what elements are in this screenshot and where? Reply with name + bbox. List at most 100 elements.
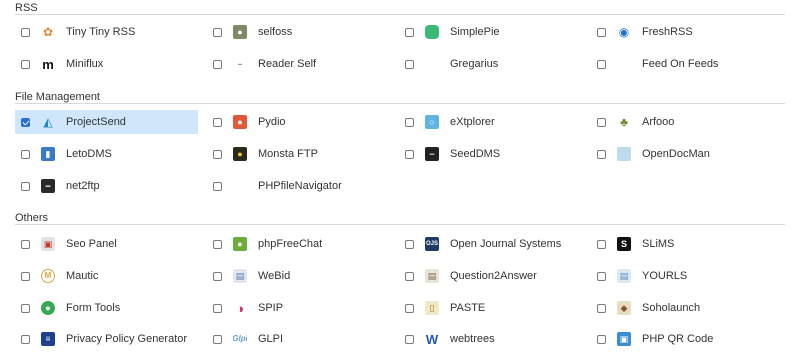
app-label: phpFreeChat bbox=[258, 238, 323, 250]
app-option-net2ftp[interactable]: ▬ net2ftp bbox=[15, 174, 200, 198]
app-label: GLPI bbox=[258, 333, 284, 345]
app-option-simplepie[interactable]: SimplePie bbox=[399, 20, 584, 44]
checkbox[interactable] bbox=[405, 334, 414, 344]
checkbox[interactable] bbox=[21, 239, 30, 249]
readerself-icon: ▬ bbox=[238, 61, 242, 66]
section-divider bbox=[15, 103, 785, 104]
phpfilenavigator-icon bbox=[233, 179, 247, 193]
app-label: Reader Self bbox=[258, 58, 317, 70]
checkbox-checked[interactable] bbox=[21, 117, 30, 127]
checkbox[interactable] bbox=[21, 334, 30, 344]
checkbox[interactable] bbox=[597, 303, 606, 313]
app-label: OpenDocMan bbox=[642, 148, 710, 160]
webid-icon: ▤ bbox=[233, 269, 247, 283]
app-option-reader-self[interactable]: ▬ Reader Self bbox=[207, 52, 392, 76]
app-option-question2answer[interactable]: ▤ Question2Answer bbox=[399, 264, 584, 288]
app-option-seeddms[interactable]: ▬ SeedDMS bbox=[399, 142, 584, 166]
checkbox[interactable] bbox=[405, 239, 414, 249]
checkbox[interactable] bbox=[405, 303, 414, 313]
checkbox[interactable] bbox=[597, 334, 606, 344]
paste-icon: ▯ bbox=[425, 301, 439, 315]
checkbox[interactable] bbox=[21, 271, 30, 281]
checkbox[interactable] bbox=[21, 27, 30, 37]
formtools-icon: ● bbox=[41, 301, 55, 315]
app-label: PASTE bbox=[450, 302, 486, 314]
section-title-file-management: File Management bbox=[15, 91, 100, 103]
simplepie-icon bbox=[425, 25, 439, 39]
app-option-phpfreechat[interactable]: ● phpFreeChat bbox=[207, 232, 392, 256]
app-option-open-journal-systems[interactable]: OJS Open Journal Systems bbox=[399, 232, 584, 256]
app-option-gregarius[interactable]: Gregarius bbox=[399, 52, 584, 76]
app-option-opendocman[interactable]: OpenDocMan bbox=[591, 142, 776, 166]
checkbox[interactable] bbox=[597, 239, 606, 249]
app-option-extplorer[interactable]: ○ eXtplorer bbox=[399, 110, 584, 134]
checkbox[interactable] bbox=[597, 271, 606, 281]
checkbox[interactable] bbox=[213, 59, 222, 69]
app-label: Arfooo bbox=[642, 116, 675, 128]
spip-icon: ◑ bbox=[236, 301, 244, 315]
app-option-spip[interactable]: ◑ SPIP bbox=[207, 296, 392, 320]
checkbox[interactable] bbox=[213, 27, 222, 37]
app-label: SimplePie bbox=[450, 26, 500, 38]
checkbox[interactable] bbox=[213, 117, 222, 127]
seeddms-icon: ▬ bbox=[425, 147, 439, 161]
app-option-php-qr-code[interactable]: ▣ PHP QR Code bbox=[591, 327, 776, 351]
app-option-slims[interactable]: S SLiMS bbox=[591, 232, 776, 256]
app-option-seo-panel[interactable]: ▣ Seo Panel bbox=[15, 232, 200, 256]
checkbox[interactable] bbox=[213, 181, 222, 191]
section-divider bbox=[15, 224, 785, 225]
tinytinyrss-icon: ✿ bbox=[42, 25, 54, 39]
app-option-tiny-tiny-rss[interactable]: ✿ Tiny Tiny RSS bbox=[15, 20, 200, 44]
checkbox[interactable] bbox=[405, 117, 414, 127]
checkbox[interactable] bbox=[21, 303, 30, 313]
checkbox[interactable] bbox=[597, 117, 606, 127]
checkbox[interactable] bbox=[213, 303, 222, 313]
checkbox[interactable] bbox=[21, 149, 30, 159]
section-divider bbox=[15, 14, 785, 15]
app-option-privacy-policy-generator[interactable]: ▤ Privacy Policy Generator bbox=[15, 327, 200, 351]
app-option-phpfilenavigator[interactable]: PHPfileNavigator bbox=[207, 174, 392, 198]
app-option-letodms[interactable]: ▮ LetoDMS bbox=[15, 142, 200, 166]
app-option-projectsend[interactable]: ◭ ProjectSend bbox=[15, 110, 198, 134]
app-option-miniflux[interactable]: m Miniflux bbox=[15, 52, 200, 76]
checkbox[interactable] bbox=[405, 149, 414, 159]
checkbox[interactable] bbox=[213, 149, 222, 159]
checkbox[interactable] bbox=[21, 181, 30, 191]
app-label: Tiny Tiny RSS bbox=[66, 26, 136, 38]
app-label: Open Journal Systems bbox=[450, 238, 562, 250]
slims-icon: S bbox=[617, 237, 631, 251]
checkbox[interactable] bbox=[213, 271, 222, 281]
app-option-freshrss[interactable]: ◉ FreshRSS bbox=[591, 20, 776, 44]
app-option-arfooo[interactable]: ♣ Arfooo bbox=[591, 110, 776, 134]
checkbox[interactable] bbox=[213, 239, 222, 249]
checkbox[interactable] bbox=[405, 27, 414, 37]
app-option-monsta-ftp[interactable]: ● Monsta FTP bbox=[207, 142, 392, 166]
app-label: Question2Answer bbox=[450, 270, 537, 282]
checkbox[interactable] bbox=[213, 334, 222, 344]
checkbox[interactable] bbox=[597, 27, 606, 37]
checkbox[interactable] bbox=[597, 149, 606, 159]
checkbox[interactable] bbox=[21, 59, 30, 69]
mautic-icon: M bbox=[41, 269, 55, 283]
app-option-mautic[interactable]: M Mautic bbox=[15, 264, 200, 288]
app-option-form-tools[interactable]: ● Form Tools bbox=[15, 296, 200, 320]
app-option-feed-on-feeds[interactable]: Feed On Feeds bbox=[591, 52, 776, 76]
extplorer-icon: ○ bbox=[425, 115, 439, 129]
app-label: PHP QR Code bbox=[642, 333, 714, 345]
letodms-icon: ▮ bbox=[41, 147, 55, 161]
checkbox[interactable] bbox=[597, 59, 606, 69]
app-option-pydio[interactable]: ● Pydio bbox=[207, 110, 392, 134]
app-option-glpi[interactable]: Glpi GLPI bbox=[207, 327, 392, 351]
app-option-yourls[interactable]: ▤ YOURLS bbox=[591, 264, 776, 288]
app-option-webid[interactable]: ▤ WeBid bbox=[207, 264, 392, 288]
checkbox[interactable] bbox=[405, 59, 414, 69]
pydio-icon: ● bbox=[233, 115, 247, 129]
arfooo-icon: ♣ bbox=[620, 115, 628, 129]
app-option-webtrees[interactable]: W webtrees bbox=[399, 327, 584, 351]
app-label: SeedDMS bbox=[450, 148, 501, 160]
app-label: eXtplorer bbox=[450, 116, 495, 128]
app-option-paste[interactable]: ▯ PASTE bbox=[399, 296, 584, 320]
app-option-soholaunch[interactable]: ◆ Soholaunch bbox=[591, 296, 776, 320]
app-option-selfoss[interactable]: ● selfoss bbox=[207, 20, 392, 44]
checkbox[interactable] bbox=[405, 271, 414, 281]
